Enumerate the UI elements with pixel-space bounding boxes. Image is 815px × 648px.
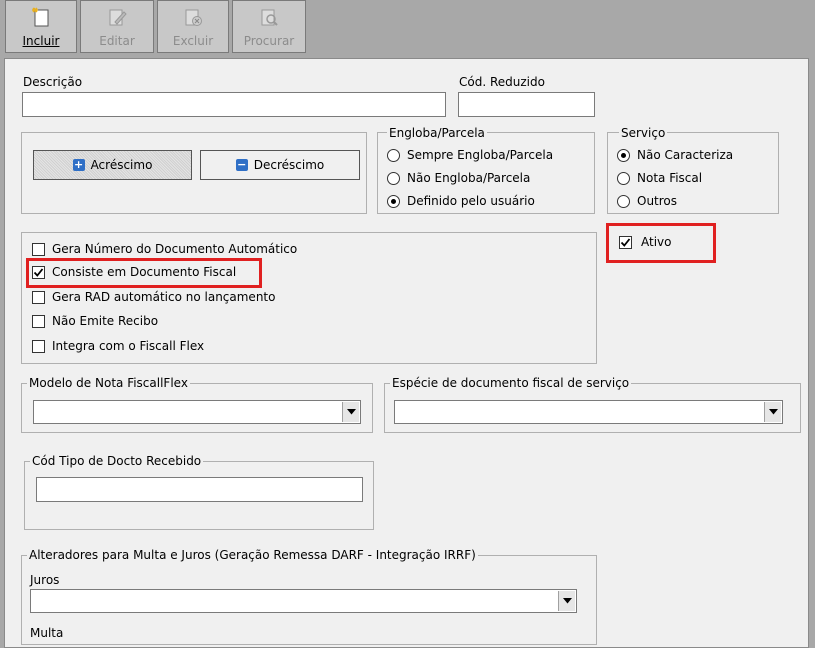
- especie-documento-select[interactable]: [394, 400, 783, 424]
- gera-rad-checkbox[interactable]: [32, 291, 45, 304]
- cod-tipo-docto-input[interactable]: [36, 477, 363, 502]
- acrescimo-button[interactable]: + Acréscimo: [33, 150, 192, 180]
- incluir-label: Incluir: [22, 34, 60, 48]
- edit-icon: [106, 6, 128, 28]
- editar-label: Editar: [99, 34, 135, 48]
- nao-caracteriza-label: Não Caracteriza: [637, 148, 734, 162]
- dropdown-arrow-icon[interactable]: [342, 402, 359, 422]
- radio-selected-dot: [621, 153, 626, 158]
- nota-fiscal-label: Nota Fiscal: [637, 171, 703, 185]
- modelo-nota-title: Modelo de Nota FiscallFlex: [27, 376, 190, 390]
- integra-fiscall-flex-label: Integra com o Fiscall Flex: [52, 339, 205, 353]
- descricao-input[interactable]: [22, 92, 446, 117]
- nao-engloba-label: Não Engloba/Parcela: [407, 171, 531, 185]
- outros-label: Outros: [637, 194, 678, 208]
- procurar-button[interactable]: Procurar: [232, 0, 306, 53]
- editar-button[interactable]: Editar: [80, 0, 154, 53]
- integra-fiscall-flex-checkbox[interactable]: [32, 340, 45, 353]
- plus-icon: +: [72, 158, 85, 171]
- nao-emite-recibo-label: Não Emite Recibo: [52, 314, 159, 328]
- radio-nao-caracteriza[interactable]: [617, 149, 630, 162]
- definido-usuario-label: Definido pelo usuário: [407, 194, 535, 208]
- ativo-highlight-box: [606, 223, 716, 263]
- excluir-button[interactable]: Excluir: [157, 0, 229, 53]
- sempre-engloba-label: Sempre Engloba/Parcela: [407, 148, 554, 162]
- juros-label: Juros: [30, 573, 60, 587]
- multa-label: Multa: [30, 626, 64, 640]
- alteradores-title: Alteradores para Multa e Juros (Geração …: [27, 548, 478, 562]
- consiste-highlight-box: [26, 258, 262, 288]
- minus-icon: −: [235, 158, 248, 171]
- servico-title: Serviço: [619, 126, 668, 140]
- dropdown-arrow-icon[interactable]: [764, 402, 781, 422]
- gera-rad-label: Gera RAD automático no lançamento: [52, 290, 276, 304]
- radio-nota-fiscal[interactable]: [617, 172, 630, 185]
- acrescimo-label: Acréscimo: [90, 158, 153, 172]
- excluir-label: Excluir: [172, 34, 214, 48]
- modelo-nota-select[interactable]: [33, 400, 361, 424]
- cod-reduzido-input[interactable]: [458, 92, 595, 117]
- engloba-parcela-title: Engloba/Parcela: [387, 126, 487, 140]
- decrescimo-label: Decréscimo: [253, 158, 325, 172]
- radio-sempre-engloba[interactable]: [387, 149, 400, 162]
- gera-numero-label: Gera Número do Documento Automático: [52, 242, 298, 256]
- decrescimo-button[interactable]: − Decréscimo: [200, 150, 360, 180]
- delete-document-icon: [182, 6, 204, 28]
- radio-outros[interactable]: [617, 195, 630, 208]
- especie-documento-title: Espécie de documento fiscal de serviço: [390, 376, 632, 390]
- radio-definido-usuario[interactable]: [387, 195, 400, 208]
- search-document-icon: [258, 6, 280, 28]
- dropdown-arrow-icon[interactable]: [558, 591, 575, 611]
- incluir-button[interactable]: Incluir: [5, 0, 77, 53]
- radio-selected-dot: [391, 199, 396, 204]
- cod-tipo-docto-title: Cód Tipo de Docto Recebido: [30, 454, 204, 468]
- procurar-label: Procurar: [243, 34, 295, 48]
- cod-reduzido-label: Cód. Reduzido: [459, 75, 545, 89]
- radio-nao-engloba[interactable]: [387, 172, 400, 185]
- gera-numero-checkbox[interactable]: [32, 243, 45, 256]
- juros-select[interactable]: [30, 589, 577, 613]
- nao-emite-recibo-checkbox[interactable]: [32, 315, 45, 328]
- descricao-label: Descrição: [23, 75, 83, 89]
- new-document-icon: [30, 6, 52, 28]
